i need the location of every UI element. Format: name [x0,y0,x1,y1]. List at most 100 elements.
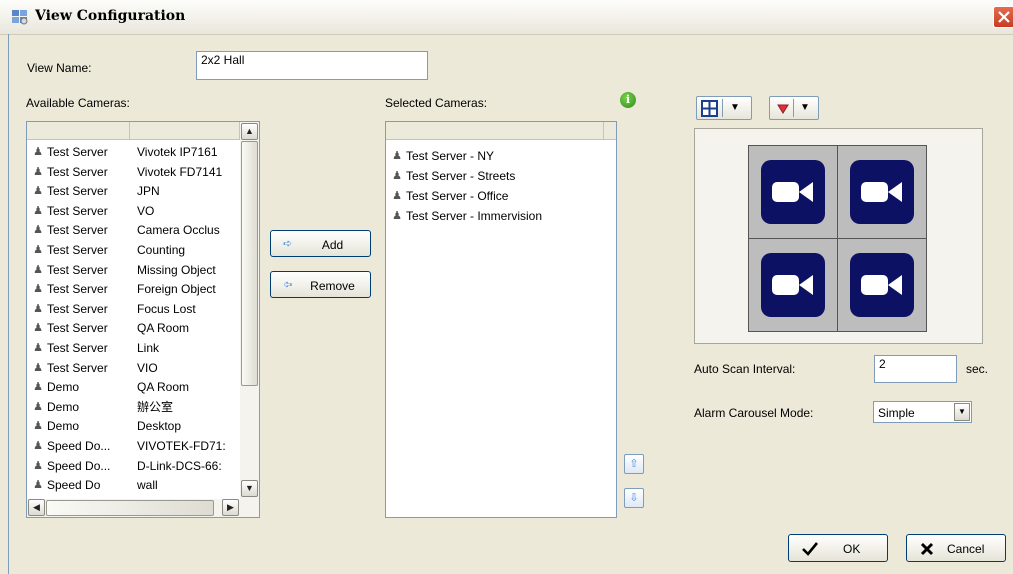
add-button[interactable]: ➪ Add [270,230,371,257]
list-item[interactable]: ♟ Test Server QA Room [27,318,239,338]
chevron-down-icon: ▼ [800,102,810,113]
list-item-camera: Focus Lost [137,301,196,316]
list-item-server: Test Server [47,164,108,179]
list-item-server: Test Server [47,262,108,277]
scroll-right-button[interactable]: ▶ [222,499,239,516]
list-item[interactable]: ♟ Test Server Foreign Object [27,279,239,299]
server-icon: ♟ [33,479,43,492]
list-item-server: Test Server [47,145,108,159]
list-item-server: Demo [47,380,80,395]
column-header-server[interactable] [27,122,130,140]
left-arrow-icon: ➪ [283,279,293,291]
close-button[interactable] [993,6,1013,28]
cancel-x-icon [920,542,934,556]
list-item[interactable]: ♟ Speed Do... D-Link-DCS-66: [27,456,239,476]
server-icon: ♟ [33,400,43,413]
list-item[interactable]: ♟ Test Server Counting [27,240,239,260]
horizontal-scrollbar[interactable]: ◀ ▶ [27,499,259,517]
camera-icon [850,160,914,224]
list-item-server: Test Server [47,321,108,336]
grid-cell-3[interactable] [748,238,838,332]
chevron-down-icon: ▼ [730,102,740,113]
list-item[interactable]: ♟ Speed Do... VIVOTEK-FD71: [27,436,239,456]
server-icon: ♟ [33,440,43,452]
list-item[interactable]: ♟ Demo Desktop [27,416,239,436]
list-item[interactable]: ♟ Speed Do wall [27,475,239,495]
list-item[interactable]: ♟ Test Server Vivotek IP7161 [27,142,239,162]
remove-button[interactable]: ➪ Remove [270,271,371,298]
ok-button[interactable]: OK [788,534,888,562]
list-item-camera: QA Room [137,321,190,336]
server-icon: ♟ [392,150,402,162]
move-down-button[interactable]: ⇩ [624,488,644,508]
column-header-selected[interactable] [386,122,604,140]
auto-scan-unit: sec. [966,362,989,376]
move-up-button[interactable]: ⇧ [624,454,644,474]
title-bar: View Configuration [0,0,1013,35]
vertical-scrollbar[interactable]: ▲ ▼ [240,122,259,499]
view-name-input[interactable]: 2x2 Hall [196,51,428,80]
column-header-camera[interactable] [130,122,240,140]
alarm-layout-selector[interactable]: ▼ [769,96,819,120]
alarm-carousel-select[interactable]: Simple ▼ [873,401,972,423]
list-item[interactable]: ♟ Test Server Missing Object [27,260,239,280]
scroll-up-button[interactable]: ▲ [241,123,258,140]
list-item-camera: D-Link-DCS-66: [137,458,222,473]
list-item-server: Demo [47,419,80,434]
chevron-down-icon[interactable]: ▼ [954,403,970,421]
selected-cameras-label: Selected Cameras: [385,96,488,110]
list-item-server: Test Server [47,360,108,375]
grid-cell-4[interactable] [837,238,927,332]
scroll-down-button[interactable]: ▼ [241,480,258,497]
auto-scan-input[interactable]: 2 [874,355,957,383]
list-item-camera: VIVOTEK-FD71: [137,439,226,453]
available-cameras-list[interactable]: ♟ Test Server Vivotek IP7161 ♟ Test Server Vi… [26,121,260,518]
info-icon[interactable]: i [620,92,636,108]
scroll-left-button[interactable]: ◀ [28,499,45,516]
scroll-thumb[interactable] [241,141,258,386]
server-icon: ♟ [33,459,43,472]
cancel-button-label: Cancel [947,542,985,556]
list-item-server: Speed Do [47,478,101,493]
selected-cameras-list[interactable]: ♟ Test Server - NY ♟ Test Server - Streets ♟… [385,121,617,518]
server-icon: ♟ [33,204,43,217]
auto-scan-value: 2 [879,357,886,371]
server-icon: ♟ [33,381,43,394]
list-item[interactable]: ♟ Test Server Focus Lost [27,299,239,319]
list-item[interactable]: ♟ Test Server Vivotek FD7141 [27,162,239,182]
selected-item-label: Test Server - NY [406,149,495,163]
list-item[interactable]: ♟ Demo 辦公室 [27,397,239,417]
available-cameras-label: Available Cameras: [26,96,130,110]
list-item-camera: Vivotek IP7161 [137,145,218,159]
grid-cell-1[interactable] [748,145,838,239]
list-item-camera: Link [137,341,160,355]
selected-item-label: Test Server - Office [406,189,509,203]
list-item-camera: Camera Occlus [137,223,220,238]
layout-selector[interactable]: ▼ [696,96,752,120]
list-item-camera: QA Room [137,380,190,395]
list-item-camera: Vivotek FD7141 [137,164,223,179]
server-icon: ♟ [392,170,402,182]
view-name-value: 2x2 Hall [201,53,245,67]
add-button-label: Add [321,238,344,252]
server-icon: ♟ [392,190,402,202]
selected-item-label: Test Server - Immervision [406,209,543,223]
list-item-camera: Desktop [137,419,182,434]
column-header-spacer [604,122,616,140]
auto-scan-label: Auto Scan Interval: [694,362,796,376]
grid-cell-2[interactable] [837,145,927,239]
cancel-button[interactable]: Cancel [906,534,1006,562]
list-item[interactable]: ♟ Test Server VO [27,201,239,221]
horizontal-scroll-thumb[interactable] [46,500,214,516]
list-item[interactable]: ♟ Test Server JPN [27,181,239,201]
list-item[interactable]: ♟ Test Server Camera Occlus [27,220,239,240]
list-item-server: Test Server [47,223,108,238]
list-item-camera: wall [137,478,158,493]
list-item[interactable]: ♟ Test Server Link [27,338,239,358]
camera-icon [761,160,825,224]
camera-icon [761,253,825,317]
remove-button-label: Remove [310,279,355,293]
list-item[interactable]: ♟ Demo QA Room [27,377,239,397]
list-item-server: Test Server [47,184,108,199]
list-item[interactable]: ♟ Test Server VIO [27,358,239,378]
